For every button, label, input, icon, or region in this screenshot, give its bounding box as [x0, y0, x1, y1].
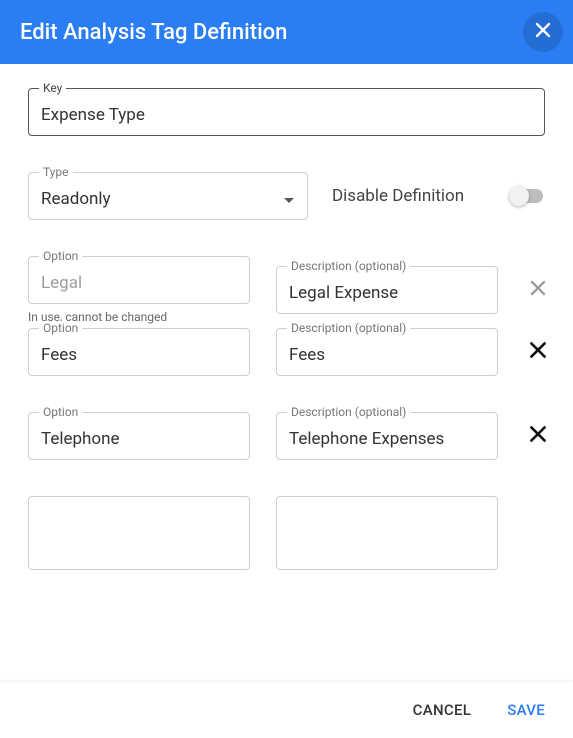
dialog-footer: CANCEL SAVE: [0, 682, 573, 738]
option-field[interactable]: [28, 496, 250, 570]
key-input[interactable]: [41, 105, 532, 125]
option-field[interactable]: Option: [28, 412, 250, 460]
option-row: Option Description (optional): [28, 412, 545, 460]
type-value: Readonly: [41, 189, 283, 209]
option-row: [28, 496, 545, 570]
disable-label: Disable Definition: [332, 186, 464, 206]
key-field[interactable]: Key: [28, 88, 545, 136]
description-field[interactable]: Description (optional): [276, 412, 498, 460]
dialog-header: Edit Analysis Tag Definition: [0, 0, 573, 64]
close-icon: [533, 20, 553, 44]
description-field[interactable]: Description (optional): [276, 266, 498, 314]
description-input[interactable]: [289, 283, 485, 303]
type-select[interactable]: Type Readonly: [28, 172, 308, 220]
close-icon: [527, 339, 549, 365]
option-input[interactable]: [41, 429, 237, 449]
description-input[interactable]: [289, 345, 485, 365]
option-label: Option: [39, 321, 82, 335]
delete-option-button[interactable]: [524, 339, 552, 365]
description-label: Description (optional): [287, 259, 410, 273]
disable-definition-row: Disable Definition: [332, 186, 545, 206]
option-label: Option: [39, 405, 82, 419]
disable-toggle[interactable]: [509, 186, 545, 206]
dialog-title: Edit Analysis Tag Definition: [20, 20, 287, 45]
option-input[interactable]: [41, 345, 237, 365]
option-row: Option Legal In use, cannot be changed D…: [28, 256, 545, 324]
description-input[interactable]: [289, 429, 485, 449]
description-label: Description (optional): [287, 321, 410, 335]
option-input: Legal: [41, 273, 237, 293]
toggle-thumb: [509, 186, 529, 206]
description-input[interactable]: [289, 523, 485, 543]
type-label: Type: [39, 165, 73, 179]
option-label: Option: [39, 249, 82, 263]
option-field[interactable]: Option: [28, 328, 250, 376]
key-label: Key: [39, 81, 66, 95]
description-field[interactable]: Description (optional): [276, 328, 498, 376]
option-input[interactable]: [41, 523, 237, 543]
delete-option-button[interactable]: [524, 423, 552, 449]
close-button[interactable]: [523, 12, 563, 52]
description-label: Description (optional): [287, 405, 410, 419]
save-button[interactable]: SAVE: [503, 693, 549, 727]
close-icon: [528, 278, 548, 302]
close-icon: [527, 423, 549, 449]
cancel-button[interactable]: CANCEL: [409, 693, 476, 727]
option-field: Option Legal: [28, 256, 250, 304]
chevron-down-icon: [283, 190, 295, 209]
description-field[interactable]: [276, 496, 498, 570]
option-row: Option Description (optional): [28, 328, 545, 376]
delete-option-button[interactable]: [524, 278, 552, 302]
dialog-content: Key Type Readonly Disable Definition Opt…: [0, 64, 573, 570]
